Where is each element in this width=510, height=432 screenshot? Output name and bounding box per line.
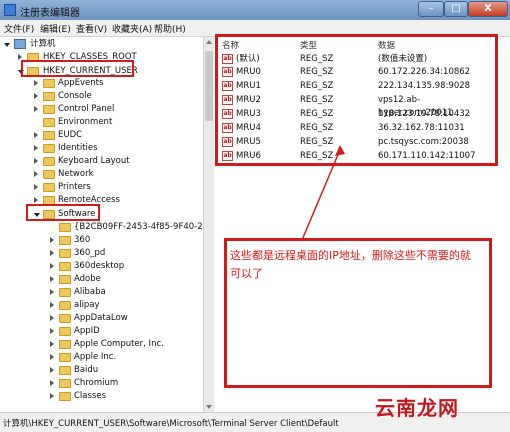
annotation-text: 这些都是远程桌面的IP地址，删除这些不需要的就可以了 bbox=[230, 249, 471, 280]
status-path: 计算机\HKEY_CURRENT_USER\Software\Microsoft… bbox=[3, 419, 339, 429]
watermark-logo: 云南龙网 bbox=[375, 396, 459, 420]
regedit-window: 注册表编辑器 – □ X 文件(F) 编辑(E) 查看(V) 收藏夹(A) 帮助… bbox=[0, 0, 510, 432]
